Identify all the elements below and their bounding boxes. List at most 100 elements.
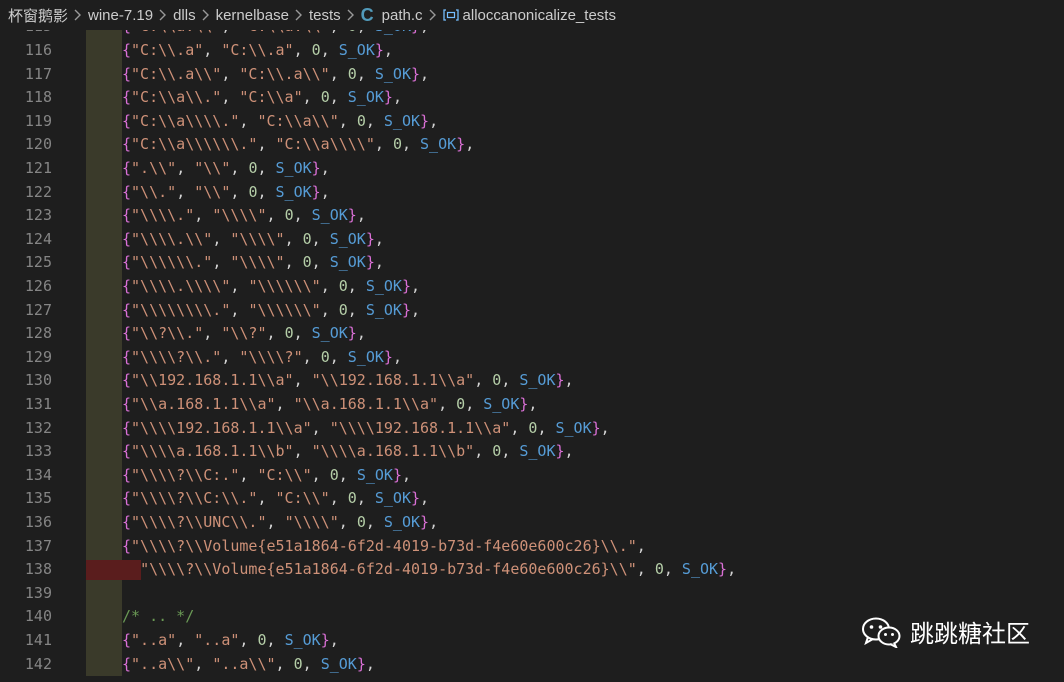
chevron-right-icon: [295, 9, 303, 21]
code-line[interactable]: 124 {"\\\\.\\", "\\\\", 0, S_OK},: [0, 227, 1064, 252]
chevron-right-icon: [74, 9, 82, 21]
code-text: {"\\?\\.", "\\?", 0, S_OK},: [122, 324, 366, 343]
code-line[interactable]: 121 {".\\", "\\", 0, S_OK},: [0, 157, 1064, 181]
watermark-text: 跳跳糖社区: [910, 620, 1030, 648]
indent-highlight: [86, 652, 122, 677]
code-text: {"C:\\a\\\\.", "C:\\a\\", 0, S_OK},: [122, 111, 439, 130]
code-line[interactable]: 123 {"\\\\.", "\\\\", 0, S_OK},: [0, 204, 1064, 228]
code-text: {"C:\\.a\\", "C:\\.a\\", 0, S_OK},: [122, 64, 430, 83]
code-text: {"\\.", "\\", 0, S_OK},: [122, 182, 330, 201]
line-number: 133: [24, 442, 52, 461]
code-text: {"\\\\.\\", "\\\\", 0, S_OK},: [122, 229, 384, 248]
code-line[interactable]: 132 {"\\\\192.168.1.1\\a", "\\\\192.168.1…: [0, 416, 1064, 441]
code-line[interactable]: 126 {"\\\\.\\\\", "\\\\\\", 0, S_OK},: [0, 275, 1064, 299]
line-number: 116: [24, 41, 52, 59]
code-text: {"C:\\a\\.", "C:\\a", 0, S_OK},: [122, 88, 402, 107]
indent-highlight: [86, 605, 122, 629]
code-line[interactable]: 127 {"\\\\\\\\.", "\\\\\\", 0, S_OK},: [0, 298, 1064, 323]
code-line[interactable]: 118 {"C:\\a\\.", "C:\\a", 0, S_OK},: [0, 86, 1064, 110]
variable-symbol-icon: [442, 8, 459, 22]
code-line[interactable]: 137 {"\\\\?\\Volume{e51a1864-6f2d-4019-b7…: [0, 534, 1064, 559]
code-line[interactable]: 130 {"\\192.168.1.1\\a", "\\192.168.1.1\\…: [0, 369, 1064, 393]
code-line[interactable]: 117 {"C:\\.a\\", "C:\\.a\\", 0, S_OK},: [0, 62, 1064, 87]
code-text: {".\\", "\\", 0, S_OK},: [122, 159, 330, 177]
indent-highlight: [86, 393, 122, 417]
code-line[interactable]: 134 {"\\\\?\\C:.", "C:\\", 0, S_OK},: [0, 463, 1064, 488]
code-text: {"\\\\192.168.1.1\\a", "\\\\192.168.1.1\…: [122, 418, 610, 437]
line-number: 136: [24, 513, 52, 531]
code-line[interactable]: 135 {"\\\\?\\C:\\.", "C:\\", 0, S_OK},: [0, 487, 1064, 511]
code-line[interactable]: 136 {"\\\\?\\UNC\\.", "\\\\", 0, S_OK},: [0, 511, 1064, 535]
code-text: {"\\\\?\\C:\\.", "C:\\", 0, S_OK},: [122, 489, 430, 508]
indent-highlight: [86, 133, 122, 157]
breadcrumb-item-file[interactable]: path.c: [382, 7, 423, 24]
chevron-right-icon: [159, 9, 167, 21]
indent-highlight: [86, 180, 122, 205]
code-line[interactable]: 119 {"C:\\a\\\\.", "C:\\a\\", 0, S_OK},: [0, 109, 1064, 134]
indent-highlight: [86, 204, 122, 228]
code-text: {"C:\\.a", "C:\\.a", 0, S_OK},: [122, 41, 393, 59]
indent-highlight: [86, 463, 122, 488]
code-text: {"\\192.168.1.1\\a", "\\192.168.1.1\\a",…: [122, 371, 574, 390]
indent-highlight: [86, 251, 122, 275]
code-line[interactable]: 120 {"C:\\a\\\\\\.", "C:\\a\\\\", 0, S_OK…: [0, 133, 1064, 157]
code-line[interactable]: 142 {"..a\\", "..a\\", 0, S_OK},: [0, 652, 1064, 677]
code-text: {"\\\\a.168.1.1\\b", "\\\\a.168.1.1\\b",…: [122, 442, 574, 461]
chevron-right-icon: [347, 9, 355, 21]
code-editor[interactable]: 115{"C:\\a.\\", "C:\\a.\\", 0, S_OK},116…: [0, 22, 1064, 682]
line-number: 125: [24, 253, 52, 272]
wechat-icon: [862, 617, 901, 648]
breadcrumb-item-root[interactable]: 杯窗鹅影: [8, 5, 68, 26]
breadcrumb-item-symbol[interactable]: alloccanonicalize_tests: [463, 7, 616, 24]
line-number: 118: [24, 88, 52, 107]
code-text: {"\\\\?\\.", "\\\\?", 0, S_OK},: [122, 347, 402, 366]
code-line[interactable]: 129 {"\\\\?\\.", "\\\\?", 0, S_OK},: [0, 345, 1064, 370]
indent-highlight: [86, 275, 122, 299]
code-line[interactable]: 128 {"\\?\\.", "\\?", 0, S_OK},: [0, 322, 1064, 346]
code-text: {"\\a.168.1.1\\a", "\\a.168.1.1\\a", 0, …: [122, 395, 538, 413]
breadcrumb-item-dlls[interactable]: dlls: [173, 7, 196, 24]
line-number: 135: [24, 489, 52, 508]
breadcrumb-item-wine[interactable]: wine-7.19: [88, 7, 153, 24]
code-line[interactable]: 138 "\\\\?\\Volume{e51a1864-6f2d-4019-b7…: [0, 558, 1064, 582]
indent-highlight: [86, 227, 122, 252]
line-number: 142: [24, 654, 52, 673]
indent-highlight: [86, 298, 122, 323]
line-number: 121: [24, 159, 52, 177]
line-number: 141: [24, 631, 52, 649]
indent-highlight: [86, 581, 122, 606]
indent-highlight: [86, 322, 122, 346]
indent-highlight: [86, 440, 122, 464]
indent-highlight: [86, 629, 122, 653]
watermark: 跳跳糖社区: [860, 614, 1030, 649]
code-text: {"\\\\.\\\\", "\\\\\\", 0, S_OK},: [122, 277, 421, 295]
indent-highlight: [86, 416, 122, 441]
breadcrumb-item-tests[interactable]: tests: [309, 7, 341, 24]
line-number: 137: [24, 536, 52, 555]
code-line[interactable]: 122 {"\\.", "\\", 0, S_OK},: [0, 180, 1064, 205]
code-text: {"..a\\", "..a\\", 0, S_OK},: [122, 654, 375, 673]
code-line[interactable]: 131 {"\\a.168.1.1\\a", "\\a.168.1.1\\a", …: [0, 393, 1064, 417]
code-line[interactable]: 116 {"C:\\.a", "C:\\.a", 0, S_OK},: [0, 39, 1064, 63]
code-line[interactable]: 125 {"\\\\\\.", "\\\\", 0, S_OK},: [0, 251, 1064, 275]
line-number: 122: [24, 182, 52, 201]
line-number: 140: [24, 607, 52, 626]
line-number: 131: [24, 395, 52, 413]
code-line[interactable]: 133 {"\\\\a.168.1.1\\b", "\\\\a.168.1.1\\…: [0, 440, 1064, 464]
line-number: 130: [24, 371, 52, 390]
breadcrumb-item-kernelbase[interactable]: kernelbase: [216, 7, 289, 24]
breadcrumb: 杯窗鹅影 wine-7.19 dlls kernelbase tests C p…: [0, 0, 1064, 30]
line-number: 139: [24, 583, 52, 602]
chevron-right-icon: [202, 9, 210, 21]
line-number: 134: [24, 465, 52, 484]
code-text: {"C:\\a\\\\\\.", "C:\\a\\\\", 0, S_OK},: [122, 135, 475, 154]
line-number: 127: [24, 300, 52, 319]
chevron-right-icon: [429, 9, 437, 21]
line-number: 129: [24, 347, 52, 366]
line-number: 124: [24, 229, 52, 248]
line-number: 128: [24, 324, 52, 343]
indent-highlight: [86, 39, 122, 63]
code-text: /* .. */: [122, 607, 195, 626]
code-line[interactable]: 139: [0, 581, 1064, 606]
code-text: {"\\\\.", "\\\\", 0, S_OK},: [122, 206, 366, 225]
